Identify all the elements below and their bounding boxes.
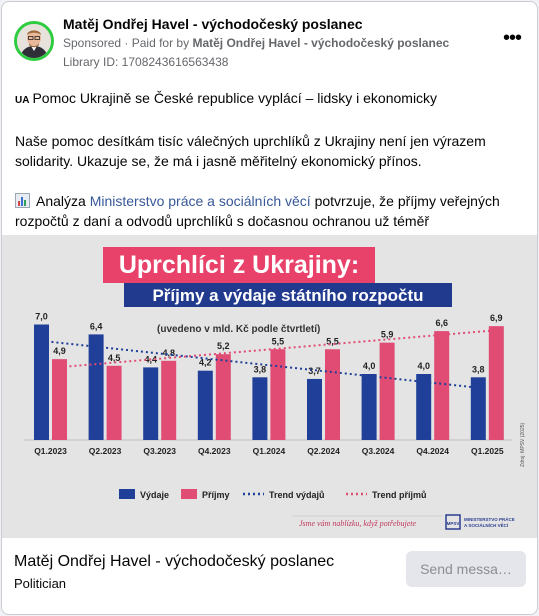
post-text: UA Pomoc Ukrajině se České republice vypl… — [15, 88, 525, 251]
x-tick-label: Q1.2024 — [253, 446, 286, 456]
profile-photo — [17, 24, 51, 58]
page-name-link[interactable]: Matěj Ondřej Havel - východočeský poslan… — [63, 16, 363, 32]
data-label-prijmy: 4,9 — [53, 346, 66, 356]
legend-swatch-vydaje — [119, 489, 135, 499]
x-tick-label: Q3.2023 — [143, 446, 176, 456]
footer-category: Politician — [14, 576, 67, 591]
bar-prijmy — [215, 354, 231, 440]
paid-for-prefix: Paid for by — [131, 36, 190, 50]
x-tick-label: Q4.2024 — [416, 446, 449, 456]
x-tick-label: Q2.2023 — [89, 446, 122, 456]
bar-chart: (uvedeno v mld. Kč podle čtvrtletí) 7,0 4,… — [24, 312, 526, 530]
x-tick-label: Q4.2023 — [198, 446, 231, 456]
bar-prijmy — [434, 331, 450, 440]
data-label-vydaje: 6,4 — [90, 321, 103, 331]
chart-source: Zdroj: MPSV (2025) — [520, 422, 526, 467]
data-label-prijmy: 6,6 — [435, 318, 448, 328]
library-id: Library ID: 1708243616563438 — [63, 55, 229, 69]
data-label-prijmy: 5,5 — [326, 336, 339, 346]
avatar[interactable] — [14, 21, 54, 61]
data-label-prijmy: 4,5 — [108, 353, 121, 363]
signature-text: Jsme vám nablízku, když potřebujete — [299, 519, 417, 528]
bar-prijmy — [325, 349, 340, 440]
bar-prijmy — [488, 326, 504, 440]
bar-prijmy — [106, 365, 122, 440]
data-label-vydaje: 3,8 — [472, 364, 485, 374]
legend-swatch-prijmy — [181, 489, 197, 499]
post-paragraph-2: Naše pomoc desítkám tisíc válečných uprc… — [15, 133, 486, 169]
sponsored-line: Sponsored · Paid for by Matěj Ondřej Hav… — [63, 36, 449, 50]
bar-vydaje — [88, 334, 104, 440]
legend-label-vydaje: Výdaje — [140, 490, 169, 500]
ministry-logo-letters: MPSV — [447, 521, 460, 526]
data-label-vydaje: 4,2 — [199, 358, 212, 368]
data-label-prijmy: 4,8 — [162, 348, 175, 358]
data-label-vydaje: 4,0 — [417, 361, 430, 371]
send-message-button[interactable]: Send messa… — [406, 551, 526, 587]
data-label-vydaje: 3,7 — [308, 366, 321, 376]
data-label-prijmy: 5,5 — [272, 336, 285, 346]
bar-prijmy — [52, 359, 67, 440]
dot-separator: · — [124, 36, 132, 50]
bar-vydaje — [252, 377, 268, 440]
data-label-prijmy: 5,9 — [381, 330, 394, 340]
sponsored-label: Sponsored — [63, 36, 122, 50]
bar-vydaje — [361, 374, 377, 440]
flag-ua: UA — [15, 95, 30, 106]
post-line-1: UA Pomoc Ukrajině se České republice vypl… — [15, 88, 525, 111]
data-label-vydaje: 4,0 — [363, 361, 376, 371]
data-label-prijmy: 5,2 — [217, 341, 230, 351]
data-label-prijmy: 6,9 — [490, 313, 503, 323]
data-label-vydaje: 3,8 — [254, 364, 267, 374]
ministry-link[interactable]: Ministerstvo práce a sociálních věcí — [90, 193, 311, 209]
bar-chart-icon — [15, 193, 30, 208]
post-paragraph-3-prefix: Analýza — [36, 193, 86, 209]
x-tick-label: Q1.2023 — [34, 446, 67, 456]
paid-for-name: Matěj Ondřej Havel - východočeský poslan… — [192, 36, 450, 50]
more-options-icon[interactable]: ••• — [503, 28, 522, 48]
bar-prijmy — [161, 360, 177, 440]
legend-label-trend-vydaju: Trend výdajů — [269, 490, 325, 500]
x-tick-label: Q1.2025 — [471, 446, 504, 456]
post-footer: Matěj Ondřej Havel - východočeský poslan… — [2, 538, 537, 614]
chart-note: (uvedeno v mld. Kč podle čtvrtletí) — [157, 324, 320, 335]
footer-page-name[interactable]: Matěj Ondřej Havel - východočeský poslan… — [14, 553, 334, 571]
x-tick-label: Q3.2024 — [362, 446, 395, 456]
post-header: Matěj Ondřej Havel - východočeský poslan… — [2, 2, 537, 82]
ministry-name-line-2: A SOCIÁLNÍCH VĚCÍ — [464, 521, 509, 528]
sponsored-post-card: Matěj Ondřej Havel - východočeský poslan… — [1, 1, 538, 615]
bar-vydaje — [416, 374, 432, 440]
bar-vydaje — [307, 378, 322, 440]
x-tick-label: Q2.2024 — [307, 446, 340, 456]
legend-label-prijmy: Příjmy — [202, 490, 230, 500]
ad-image[interactable]: Uprchlíci z Ukrajiny: Příjmy a výdaje st… — [2, 235, 537, 538]
data-label-vydaje: 7,0 — [35, 312, 48, 322]
ministry-name-line-1: MINISTERSTVO PRÁCE — [464, 516, 515, 522]
bar-vydaje — [470, 377, 486, 440]
bar-prijmy — [379, 342, 395, 440]
legend-label-trend-prijmu: Trend příjmů — [372, 490, 427, 500]
post-line-1-text: Pomoc Ukrajině se České republice vyplác… — [32, 90, 438, 106]
bar-prijmy — [270, 349, 286, 440]
bar-vydaje — [143, 367, 159, 440]
bar-vydaje — [197, 370, 213, 440]
